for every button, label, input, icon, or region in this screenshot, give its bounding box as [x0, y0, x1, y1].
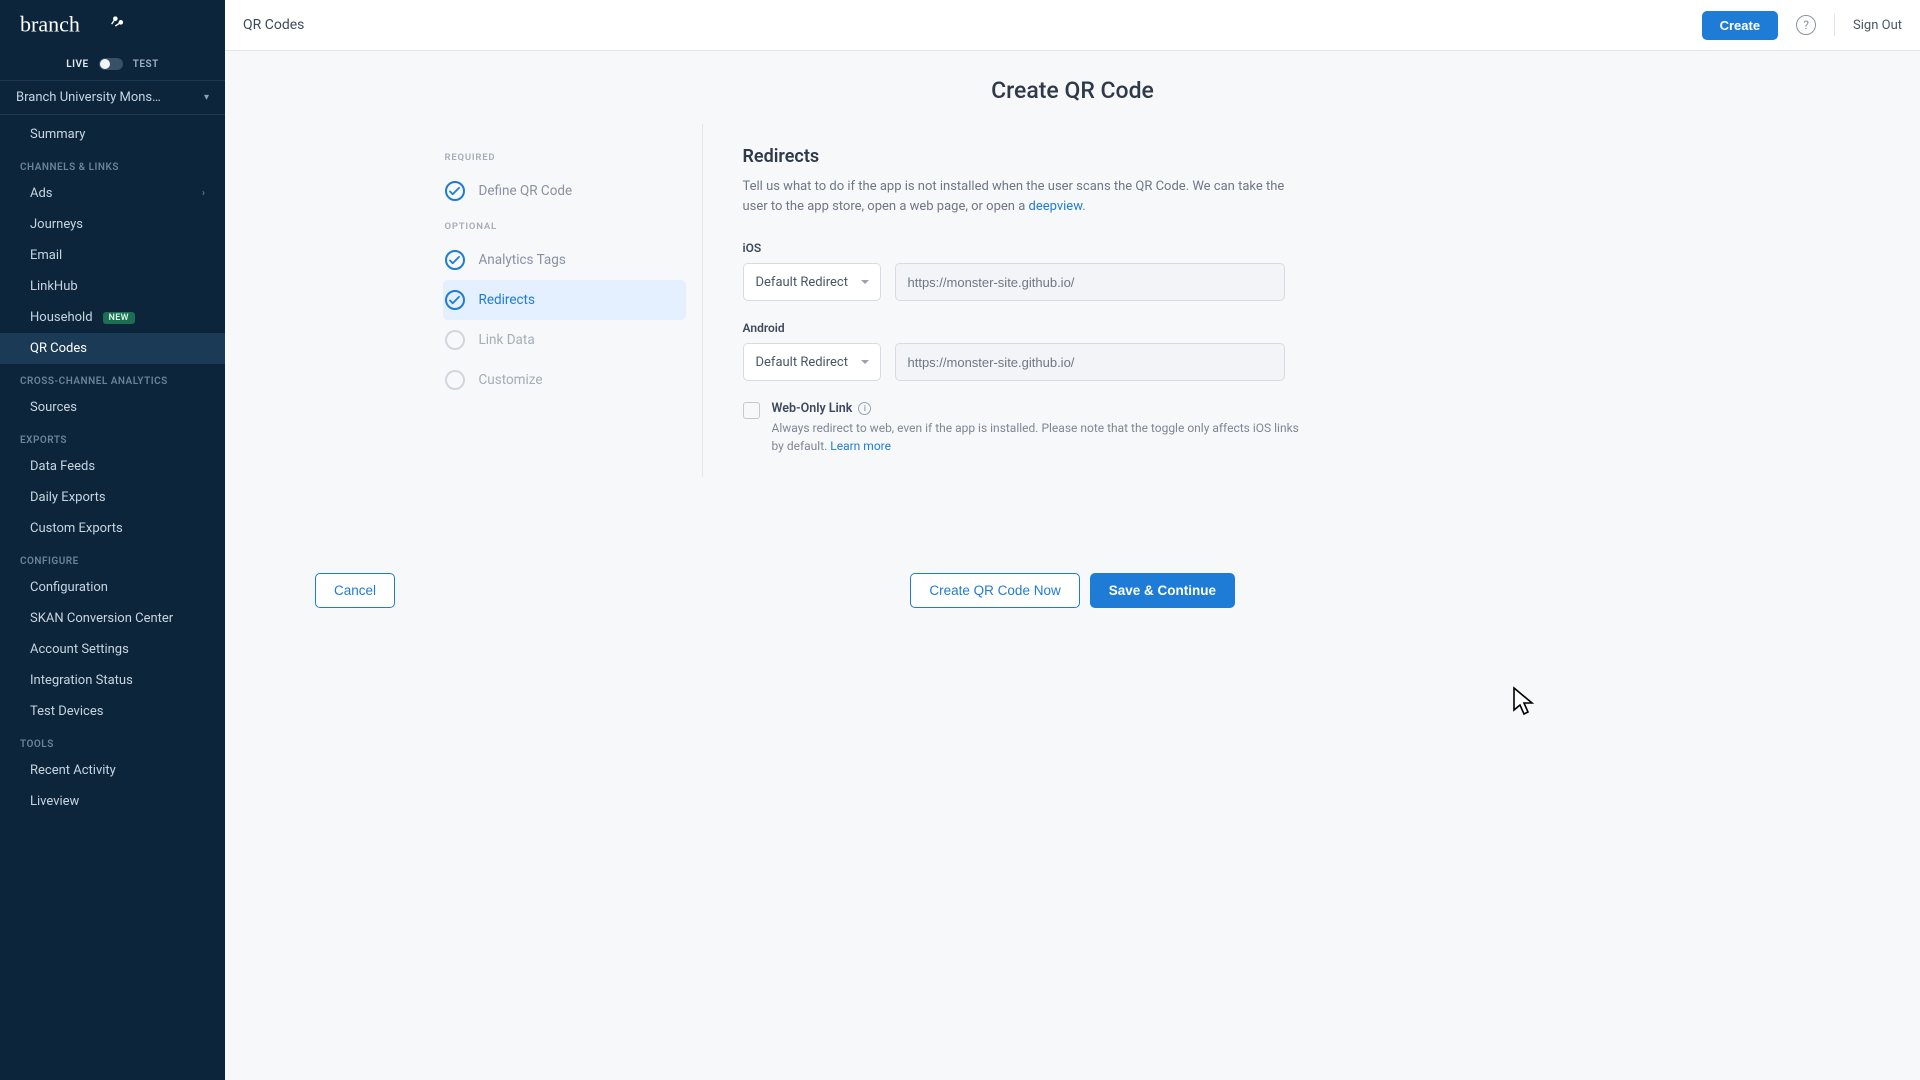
form-heading: Redirects — [743, 146, 1463, 167]
android-redirect-select[interactable]: Default Redirect — [743, 343, 881, 381]
env-switch[interactable] — [99, 58, 123, 70]
ios-redirect-select[interactable]: Default Redirect — [743, 263, 881, 301]
help-icon[interactable]: ? — [1796, 15, 1816, 35]
web-only-description: Always redirect to web, even if the app … — [772, 419, 1303, 455]
learn-more-link[interactable]: Learn more — [830, 439, 891, 453]
form-description: Tell us what to do if the app is not ins… — [743, 177, 1293, 217]
check-icon — [445, 290, 465, 310]
step-customize[interactable]: Customize — [443, 360, 686, 400]
nav-daily-exports[interactable]: Daily Exports — [0, 482, 225, 513]
chevron-down-icon: ▾ — [204, 92, 209, 103]
env-toggle: LIVE TEST — [0, 52, 225, 80]
nav-journeys[interactable]: Journeys — [0, 209, 225, 240]
save-continue-button[interactable]: Save & Continue — [1090, 573, 1235, 608]
button-row: Cancel Create QR Code Now Save & Continu… — [285, 573, 1265, 648]
step-define[interactable]: Define QR Code — [443, 171, 686, 211]
env-test-label: TEST — [133, 59, 159, 70]
step-redirects[interactable]: Redirects — [443, 280, 686, 320]
ios-url-input[interactable] — [895, 263, 1285, 301]
circle-icon — [445, 370, 465, 390]
nav-section-channels: CHANNELS & LINKS — [0, 150, 225, 178]
divider — [1834, 14, 1835, 36]
svg-text:branch: branch — [20, 12, 80, 37]
steps-label-optional: OPTIONAL — [445, 221, 686, 232]
deepview-link[interactable]: deepview — [1029, 199, 1083, 214]
nav-linkhub[interactable]: LinkHub — [0, 271, 225, 302]
env-live-label: LIVE — [66, 59, 88, 70]
form-redirects: Redirects Tell us what to do if the app … — [703, 124, 1503, 477]
step-analytics[interactable]: Analytics Tags — [443, 240, 686, 280]
topbar: QR Codes Create ? Sign Out — [225, 0, 1920, 51]
page-breadcrumb: QR Codes — [243, 17, 304, 33]
brand-logo[interactable]: branch — [0, 0, 225, 52]
nav-email[interactable]: Email — [0, 240, 225, 271]
nav-account-settings[interactable]: Account Settings — [0, 634, 225, 665]
nav-section-configure: CONFIGURE — [0, 544, 225, 572]
wizard-steps: REQUIRED Define QR Code OPTIONAL Analyti… — [383, 124, 703, 477]
nav-datafeeds[interactable]: Data Feeds — [0, 451, 225, 482]
sidebar: branch LIVE TEST Branch University Mons…… — [0, 0, 225, 1080]
nav-integration-status[interactable]: Integration Status — [0, 665, 225, 696]
chevron-right-icon: › — [202, 188, 205, 199]
new-badge: NEW — [103, 312, 135, 324]
org-selector[interactable]: Branch University Mons… ▾ — [0, 80, 225, 115]
nav-qrcodes[interactable]: QR Codes — [0, 333, 225, 364]
page-title: Create QR Code — [225, 51, 1920, 124]
web-only-title: Web-Only Link i — [772, 401, 1303, 416]
steps-label-required: REQUIRED — [445, 152, 686, 163]
info-icon[interactable]: i — [858, 402, 871, 415]
nav-summary[interactable]: Summary — [0, 119, 225, 150]
cancel-button[interactable]: Cancel — [315, 573, 395, 608]
nav-configuration[interactable]: Configuration — [0, 572, 225, 603]
android-label: Android — [743, 321, 1463, 335]
nav-test-devices[interactable]: Test Devices — [0, 696, 225, 727]
nav-section-analytics: CROSS-CHANNEL ANALYTICS — [0, 364, 225, 392]
create-now-button[interactable]: Create QR Code Now — [910, 573, 1079, 608]
create-button[interactable]: Create — [1702, 11, 1778, 40]
step-linkdata[interactable]: Link Data — [443, 320, 686, 360]
sign-out-link[interactable]: Sign Out — [1853, 18, 1902, 33]
android-url-input[interactable] — [895, 343, 1285, 381]
check-icon — [445, 181, 465, 201]
nav-liveview[interactable]: Liveview — [0, 786, 225, 817]
nav-recent-activity[interactable]: Recent Activity — [0, 755, 225, 786]
org-name: Branch University Mons… — [16, 90, 161, 105]
circle-icon — [445, 330, 465, 350]
ios-label: iOS — [743, 241, 1463, 255]
nav-skan[interactable]: SKAN Conversion Center — [0, 603, 225, 634]
check-icon — [445, 250, 465, 270]
web-only-checkbox[interactable] — [743, 402, 760, 419]
nav-ads[interactable]: Ads› — [0, 178, 225, 209]
nav-section-tools: TOOLS — [0, 727, 225, 755]
nav-household[interactable]: HouseholdNEW — [0, 302, 225, 333]
nav-section-exports: EXPORTS — [0, 423, 225, 451]
nav-sources[interactable]: Sources — [0, 392, 225, 423]
nav-custom-exports[interactable]: Custom Exports — [0, 513, 225, 544]
